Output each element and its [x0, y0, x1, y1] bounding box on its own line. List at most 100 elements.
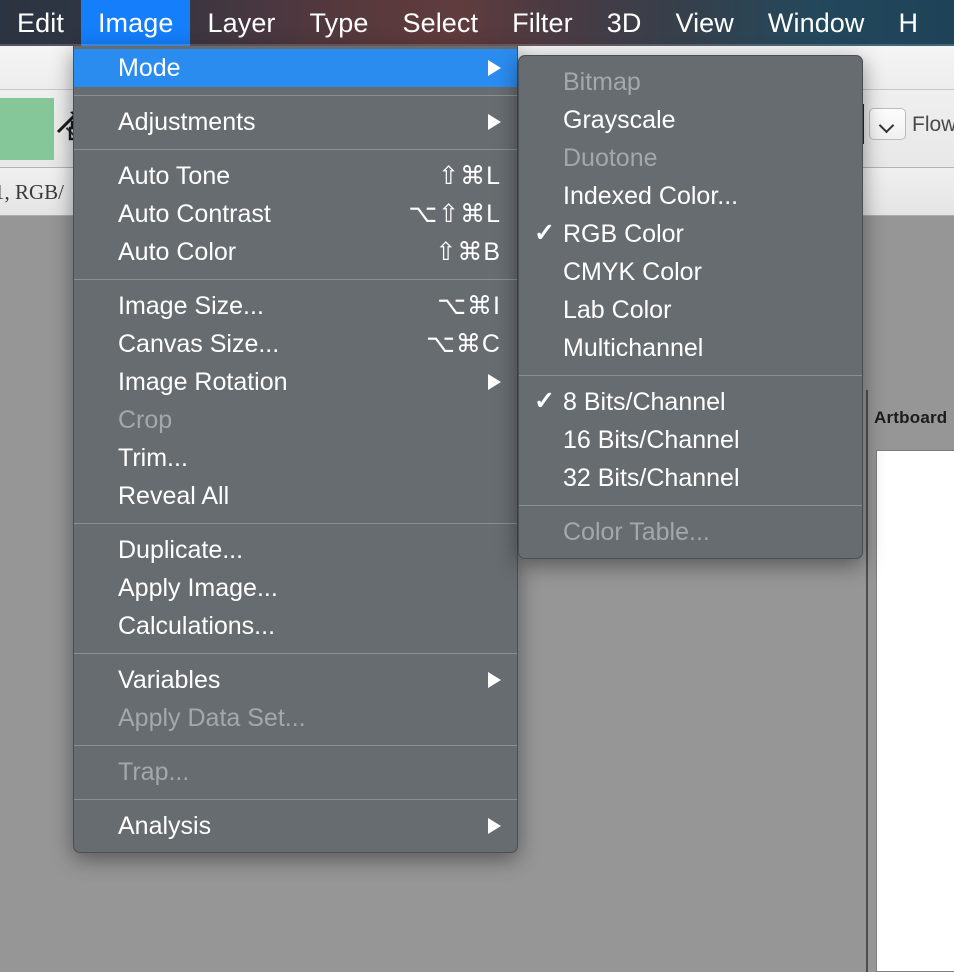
menu-separator [519, 505, 862, 506]
menu-item-shortcut: ⌥⇧⌘L [408, 200, 501, 228]
artboard-canvas[interactable] [876, 450, 954, 972]
menu-item-auto-contrast[interactable]: Auto Contrast ⌥⇧⌘L [74, 195, 517, 233]
menu-item-apply-image[interactable]: Apply Image... [74, 569, 517, 607]
menu-item-label: Variables [118, 665, 221, 694]
menu-item-label: Crop [118, 405, 173, 434]
menu-item-label: RGB Color [563, 219, 684, 248]
checkmark-icon: ✓ [534, 387, 555, 415]
menu-item-16-bits-channel[interactable]: 16 Bits/Channel [519, 421, 862, 459]
menubar-item-3d[interactable]: 3D [590, 0, 659, 46]
artboard-label: Artboard [874, 408, 948, 427]
menu-item-label: Indexed Color... [563, 181, 739, 210]
menu-item-grayscale[interactable]: Grayscale [519, 101, 862, 139]
menu-item-shortcut: ⌥⌘I [437, 292, 501, 320]
menu-group: Adjustments [74, 100, 517, 144]
menu-item-reveal-all[interactable]: Reveal All [74, 477, 517, 515]
menu-item-label: Mode [118, 53, 181, 82]
menu-item-label: Adjustments [118, 107, 256, 136]
menu-group: Mode [74, 46, 517, 90]
menu-group: Image Size... ⌥⌘I Canvas Size... ⌥⌘C Image R… [74, 284, 517, 518]
menu-item-image-rotation[interactable]: Image Rotation [74, 363, 517, 401]
menu-item-variables[interactable]: Variables [74, 661, 517, 699]
menu-item-multichannel[interactable]: Multichannel [519, 329, 862, 367]
menu-item-indexed-color[interactable]: Indexed Color... [519, 177, 862, 215]
submenu-arrow-icon [488, 374, 501, 390]
menu-item-label: CMYK Color [563, 257, 702, 286]
canvas-guide [866, 390, 868, 972]
menu-item-adjustments[interactable]: Adjustments [74, 103, 517, 141]
menu-item-label: Analysis [118, 811, 212, 840]
submenu-arrow-icon [488, 818, 501, 834]
menu-item-8-bits-channel[interactable]: ✓ 8 Bits/Channel [519, 383, 862, 421]
menu-item-apply-data-set: Apply Data Set... [74, 699, 517, 737]
menu-item-rgb-color[interactable]: ✓ RGB Color [519, 215, 862, 253]
menu-item-crop: Crop [74, 401, 517, 439]
menu-item-cmyk-color[interactable]: CMYK Color [519, 253, 862, 291]
menu-item-auto-tone[interactable]: Auto Tone ⇧⌘L [74, 157, 517, 195]
submenu-arrow-icon [488, 60, 501, 76]
menubar-item-window[interactable]: Window [751, 0, 882, 46]
menu-item-canvas-size[interactable]: Canvas Size... ⌥⌘C [74, 325, 517, 363]
menu-item-label: Duotone [563, 143, 658, 172]
menu-item-label: Apply Image... [118, 573, 278, 602]
menu-group: Variables Apply Data Set... [74, 658, 517, 740]
menubar-item-view[interactable]: View [658, 0, 750, 46]
menubar-item-h[interactable]: H [882, 0, 936, 46]
menu-separator [74, 149, 517, 150]
menu-item-label: Multichannel [563, 333, 704, 362]
document-tab-title[interactable]: 1, RGB/ [0, 180, 64, 205]
menu-group: Duplicate... Apply Image... Calculations..… [74, 528, 517, 648]
menu-group: Trap... [74, 750, 517, 794]
menu-separator [74, 799, 517, 800]
menu-item-image-size[interactable]: Image Size... ⌥⌘I [74, 287, 517, 325]
chevron-down-icon [880, 117, 895, 132]
menu-item-label: Reveal All [118, 481, 230, 510]
menu-separator [519, 375, 862, 376]
menu-item-label: 8 Bits/Channel [563, 387, 726, 416]
menu-item-label: Auto Color [118, 237, 237, 266]
menu-separator [74, 523, 517, 524]
menu-item-lab-color[interactable]: Lab Color [519, 291, 862, 329]
flow-label: Flow [912, 113, 954, 136]
menu-item-label: Auto Contrast [118, 199, 271, 228]
menubar-item-layer[interactable]: Layer [190, 0, 292, 46]
color-swatch[interactable] [0, 98, 54, 160]
menu-group: Bitmap Grayscale Duotone Indexed Color... ✓ R… [519, 60, 862, 370]
menu-item-label: Image Size... [118, 291, 264, 320]
menubar-item-type[interactable]: Type [293, 0, 386, 46]
menu-group: Color Table... [519, 510, 862, 554]
menubar-item-select[interactable]: Select [385, 0, 495, 46]
menu-item-label: Trap... [118, 757, 190, 786]
submenu-arrow-icon [488, 672, 501, 688]
menu-item-label: Calculations... [118, 611, 276, 640]
menu-separator [74, 745, 517, 746]
menu-item-label: Trim... [118, 443, 188, 472]
menu-item-shortcut: ⇧⌘B [435, 238, 501, 266]
menu-item-calculations[interactable]: Calculations... [74, 607, 517, 645]
menu-item-auto-color[interactable]: Auto Color ⇧⌘B [74, 233, 517, 271]
menu-item-32-bits-channel[interactable]: 32 Bits/Channel [519, 459, 862, 497]
menu-item-label: Color Table... [563, 517, 710, 546]
menu-separator [74, 279, 517, 280]
menu-item-analysis[interactable]: Analysis [74, 807, 517, 845]
menu-item-label: Duplicate... [118, 535, 244, 564]
menu-item-label: Grayscale [563, 105, 676, 134]
menu-item-label: Image Rotation [118, 367, 288, 396]
menubar-item-image[interactable]: Image [80, 0, 191, 46]
image-menu: Mode Adjustments Auto Tone ⇧⌘L Auto Contrast… [73, 46, 518, 853]
menu-item-mode[interactable]: Mode [74, 49, 517, 87]
menu-group: Auto Tone ⇧⌘L Auto Contrast ⌥⇧⌘L Auto Color ⇧… [74, 154, 517, 274]
menu-item-trap: Trap... [74, 753, 517, 791]
menubar-item-filter[interactable]: Filter [495, 0, 590, 46]
menu-item-label: Auto Tone [118, 161, 231, 190]
menu-item-label: Canvas Size... [118, 329, 280, 358]
menu-item-label: 16 Bits/Channel [563, 425, 740, 454]
menu-item-duotone: Duotone [519, 139, 862, 177]
flow-dropdown-button[interactable] [869, 108, 906, 140]
menu-item-color-table: Color Table... [519, 513, 862, 551]
menu-item-label: 32 Bits/Channel [563, 463, 740, 492]
menubar-item-edit[interactable]: Edit [0, 0, 81, 46]
menu-item-trim[interactable]: Trim... [74, 439, 517, 477]
menu-bar: Edit Image Layer Type Select Filter 3D View Wind… [0, 0, 954, 46]
menu-item-duplicate[interactable]: Duplicate... [74, 531, 517, 569]
